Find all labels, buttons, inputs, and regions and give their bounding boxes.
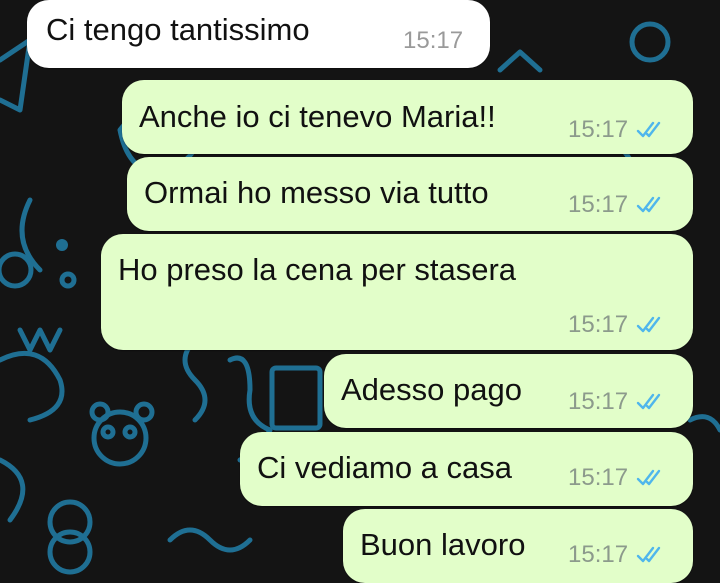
- message-text: Ormai ho messo via tutto: [144, 175, 489, 210]
- message-text: Ci tengo tantissimo: [46, 12, 310, 47]
- outgoing-message-bubble[interactable]: Ci vediamo a casa 15:17: [240, 432, 693, 506]
- outgoing-message-bubble[interactable]: Buon lavoro 15:17: [343, 509, 693, 583]
- message-time: 15:17: [568, 116, 629, 143]
- message-time: 15:17: [568, 464, 629, 491]
- message-meta: 15:17: [568, 466, 666, 490]
- message-meta: 15:17: [568, 390, 666, 414]
- message-time: 15:17: [403, 27, 464, 54]
- read-double-tick-icon: [636, 121, 661, 138]
- outgoing-message-bubble[interactable]: Ho preso la cena per stasera 15:17: [101, 234, 693, 350]
- message-text: Ci vediamo a casa: [257, 450, 513, 485]
- message-meta: 15:17: [568, 543, 666, 567]
- message-meta: 15:17: [568, 118, 666, 142]
- outgoing-message-bubble[interactable]: Anche io ci tenevo Maria!! 15:17: [122, 80, 693, 154]
- read-double-tick-icon: [636, 316, 661, 333]
- incoming-message-bubble[interactable]: Ci tengo tantissimo 15:17: [27, 0, 490, 68]
- message-time: 15:17: [568, 388, 629, 415]
- message-meta: 15:17: [568, 313, 666, 337]
- read-double-tick-icon: [636, 196, 661, 213]
- message-time: 15:17: [568, 541, 629, 568]
- message-text: Ho preso la cena per stasera: [118, 252, 517, 287]
- message-text: Adesso pago: [341, 372, 522, 407]
- outgoing-message-bubble[interactable]: Adesso pago 15:17: [324, 354, 693, 428]
- read-double-tick-icon: [636, 546, 661, 563]
- message-text: Buon lavoro: [360, 527, 526, 562]
- message-time: 15:17: [568, 191, 629, 218]
- read-double-tick-icon: [636, 393, 661, 410]
- message-meta: 15:17: [403, 29, 463, 53]
- outgoing-message-bubble[interactable]: Ormai ho messo via tutto 15:17: [127, 157, 693, 231]
- read-double-tick-icon: [636, 469, 661, 486]
- message-time: 15:17: [568, 311, 629, 338]
- message-text: Anche io ci tenevo Maria!!: [139, 99, 496, 134]
- message-meta: 15:17: [568, 193, 666, 217]
